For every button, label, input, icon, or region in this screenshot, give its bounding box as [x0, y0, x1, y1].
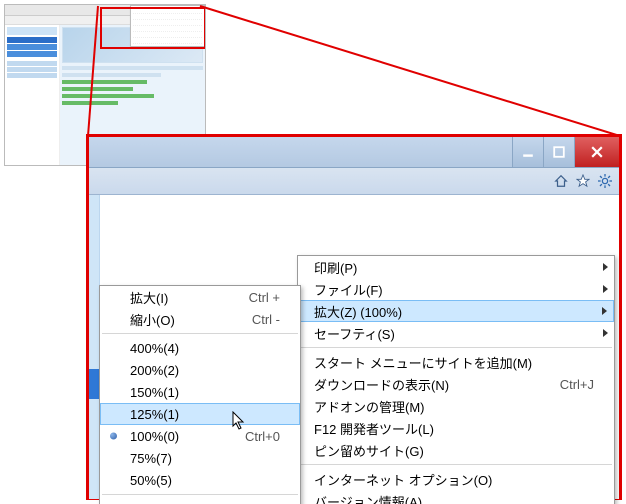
menu-zoom[interactable]: 拡大(Z) (100%) — [298, 300, 614, 322]
submenu-arrow-icon — [603, 285, 608, 293]
menu-inetopt[interactable]: インターネット オプション(O) — [298, 468, 614, 490]
zoom-100[interactable]: 100%(0) Ctrl+0 — [100, 425, 300, 447]
gear-icon[interactable] — [597, 173, 613, 189]
menu-label: 拡大(I) — [130, 288, 237, 307]
menu-shortcut: Ctrl + — [237, 290, 280, 305]
menu-separator — [300, 347, 612, 348]
menu-separator — [102, 333, 298, 334]
menu-downloads[interactable]: ダウンロードの表示(N) Ctrl+J — [298, 373, 614, 395]
menu-label: スタート メニューにサイトを追加(M) — [314, 353, 594, 372]
menu-label: バージョン情報(A) — [314, 492, 594, 504]
menu-about[interactable]: バージョン情報(A) — [298, 490, 614, 504]
menu-label: F12 開発者ツール(L) — [314, 419, 594, 438]
zoom-125[interactable]: 125%(1) — [100, 403, 300, 425]
menu-separator — [300, 464, 612, 465]
menu-file[interactable]: ファイル(F) — [298, 278, 614, 300]
window-minimize-button[interactable] — [512, 137, 543, 167]
zoom-submenu: 拡大(I) Ctrl + 縮小(O) Ctrl - 400%(4) 200%(2… — [99, 285, 301, 504]
menu-addons[interactable]: アドオンの管理(M) — [298, 395, 614, 417]
zoom-200[interactable]: 200%(2) — [100, 359, 300, 381]
zoom-in[interactable]: 拡大(I) Ctrl + — [100, 286, 300, 308]
star-icon[interactable] — [575, 173, 591, 189]
window-close-button[interactable] — [574, 137, 619, 167]
browser-toolbar — [89, 168, 619, 195]
zoom-out[interactable]: 縮小(O) Ctrl - — [100, 308, 300, 330]
menu-label: 75%(7) — [130, 451, 280, 466]
window-maximize-button[interactable] — [543, 137, 574, 167]
menu-label: 印刷(P) — [314, 258, 594, 277]
menu-shortcut: Ctrl - — [240, 312, 280, 327]
menu-label: 200%(2) — [130, 363, 280, 378]
radio-selected-icon — [110, 433, 117, 440]
menu-label: ファイル(F) — [314, 280, 594, 299]
menu-shortcut: Ctrl+0 — [233, 429, 280, 444]
zoom-400[interactable]: 400%(4) — [100, 337, 300, 359]
menu-label: ダウンロードの表示(N) — [314, 375, 548, 394]
zoom-75[interactable]: 75%(7) — [100, 447, 300, 469]
menu-label: 縮小(O) — [130, 310, 240, 329]
menu-add-start[interactable]: スタート メニューにサイトを追加(M) — [298, 351, 614, 373]
menu-label: 400%(4) — [130, 341, 280, 356]
menu-label: カスタム(C)... — [130, 500, 280, 504]
submenu-arrow-icon — [603, 329, 608, 337]
menu-label: 150%(1) — [130, 385, 280, 400]
menu-pinned[interactable]: ピン留めサイト(G) — [298, 439, 614, 461]
page-area: 印刷(P) ファイル(F) 拡大(Z) (100%) セーフティ(S) スタート… — [89, 195, 619, 499]
tools-menu: 印刷(P) ファイル(F) 拡大(Z) (100%) セーフティ(S) スタート… — [297, 255, 615, 504]
menu-f12[interactable]: F12 開発者ツール(L) — [298, 417, 614, 439]
menu-label: アドオンの管理(M) — [314, 397, 594, 416]
menu-safety[interactable]: セーフティ(S) — [298, 322, 614, 344]
window-titlebar — [89, 137, 619, 168]
submenu-arrow-icon — [602, 307, 607, 315]
home-icon[interactable] — [553, 173, 569, 189]
submenu-arrow-icon — [603, 263, 608, 271]
zoom-custom[interactable]: カスタム(C)... — [100, 498, 300, 504]
menu-print[interactable]: 印刷(P) — [298, 256, 614, 278]
menu-label: インターネット オプション(O) — [314, 470, 594, 489]
menu-label: ピン留めサイト(G) — [314, 441, 594, 460]
menu-label: 50%(5) — [130, 473, 280, 488]
zoomed-browser-window: 印刷(P) ファイル(F) 拡大(Z) (100%) セーフティ(S) スタート… — [86, 134, 622, 500]
menu-separator — [102, 494, 298, 495]
menu-label: セーフティ(S) — [314, 324, 594, 343]
menu-shortcut: Ctrl+J — [548, 377, 594, 392]
zoom-50[interactable]: 50%(5) — [100, 469, 300, 491]
zoom-150[interactable]: 150%(1) — [100, 381, 300, 403]
menu-label: 100%(0) — [130, 429, 233, 444]
menu-label: 拡大(Z) (100%) — [314, 302, 594, 321]
menu-label: 125%(1) — [130, 407, 280, 422]
